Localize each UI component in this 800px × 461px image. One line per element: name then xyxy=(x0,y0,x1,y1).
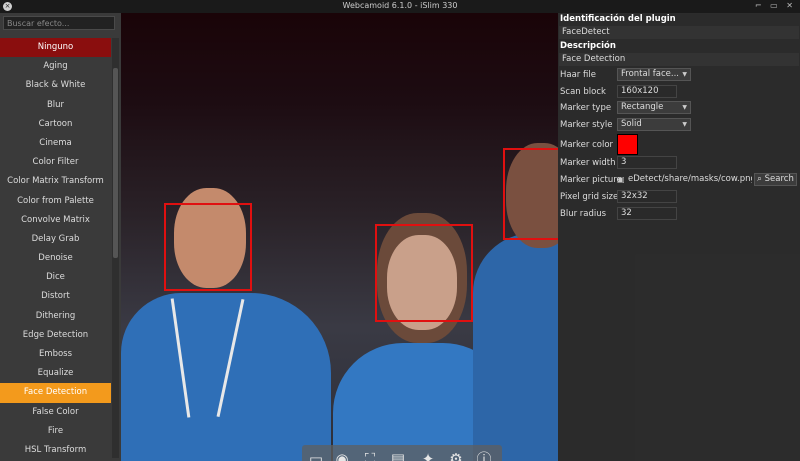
marker-style-label: Marker style xyxy=(560,120,613,130)
blur-radius-field[interactable]: 32 xyxy=(617,207,677,220)
face-detection-box xyxy=(164,203,252,291)
plugin-id-value: FaceDetect xyxy=(559,26,799,39)
plugin-properties-panel: Identificación del plugin FaceDetect Des… xyxy=(558,13,800,461)
effect-item[interactable]: Fire xyxy=(0,422,111,441)
info-icon[interactable]: ⓘ xyxy=(474,449,494,461)
effect-search-input[interactable] xyxy=(3,16,115,30)
window-controls[interactable]: ⌐ ▭ ✕ xyxy=(755,1,796,10)
effect-item[interactable]: Edge Detection xyxy=(0,326,111,345)
film-record-icon[interactable]: ▤ xyxy=(388,449,408,461)
marker-picture-search-button[interactable]: ⌕ Search xyxy=(754,173,797,186)
face-detection-box xyxy=(375,224,473,322)
effect-item[interactable]: Delay Grab xyxy=(0,230,111,249)
effects-scroll-thumb[interactable] xyxy=(113,68,118,258)
marker-color-swatch[interactable] xyxy=(617,134,638,155)
chevron-down-icon: ▼ xyxy=(682,104,687,111)
effect-item[interactable]: Emboss xyxy=(0,345,111,364)
image-file-icon: ▣ xyxy=(617,175,625,184)
effect-item[interactable]: Blur xyxy=(0,96,111,115)
marker-type-value: Rectangle xyxy=(621,102,664,112)
pixel-grid-size-label: Pixel grid size xyxy=(560,192,619,202)
marker-type-combo[interactable]: Rectangle ▼ xyxy=(617,101,691,114)
effect-item[interactable]: Cartoon xyxy=(0,115,111,134)
effect-item[interactable]: Black & White xyxy=(0,76,111,95)
scan-block-field[interactable]: 160x120 xyxy=(617,85,677,98)
effect-item[interactable]: Aging xyxy=(0,57,111,76)
window-title: Webcamoid 6.1.0 - iSlim 330 xyxy=(342,1,458,10)
effects-list: Ninguno Aging Black & White Blur Cartoon Cine… xyxy=(0,38,111,460)
effect-item[interactable]: Dice xyxy=(0,268,111,287)
effect-item[interactable]: Denoise xyxy=(0,249,111,268)
marker-picture-path[interactable]: eDetect/share/masks/cow.png xyxy=(628,173,752,186)
blur-radius-label: Blur radius xyxy=(560,209,607,219)
camera-preview: ▭ ◉ ⛶ ▤ ✦ ⚙ ⓘ xyxy=(121,13,558,461)
effect-item[interactable]: Color Filter xyxy=(0,153,111,172)
scan-block-label: Scan block xyxy=(560,87,606,97)
title-bar: × Webcamoid 6.1.0 - iSlim 330 ⌐ ▭ ✕ xyxy=(0,0,800,14)
settings-gear-icon[interactable]: ⚙ xyxy=(446,449,466,461)
effects-panel: NingunoAgingBlack & WhiteBlurCartoonCine… xyxy=(0,13,121,461)
plugin-id-heading: Identificación del plugin xyxy=(560,14,676,24)
camera-photo-icon[interactable]: ⛶ xyxy=(360,449,380,461)
marker-picture-label: Marker picture xyxy=(560,175,622,185)
camera-toolbar: ▭ ◉ ⛶ ▤ ✦ ⚙ ⓘ xyxy=(302,445,502,461)
effects-wand-icon[interactable]: ✦ xyxy=(418,449,438,461)
chevron-down-icon: ▼ xyxy=(682,121,687,128)
marker-type-label: Marker type xyxy=(560,103,612,113)
haar-file-combo[interactable]: Frontal face... ▼ xyxy=(617,68,691,81)
description-heading: Descripción xyxy=(560,41,616,51)
effect-item[interactable]: Equalize xyxy=(0,364,111,383)
effect-item[interactable]: HSL Transform xyxy=(0,441,111,460)
webcam-icon[interactable]: ◉ xyxy=(332,449,352,461)
effect-item[interactable]: Color Matrix Transform xyxy=(0,172,111,191)
chevron-down-icon: ▼ xyxy=(682,71,687,78)
pixel-grid-size-field[interactable]: 32x32 xyxy=(617,190,677,203)
face-detection-box xyxy=(503,148,558,240)
effect-item[interactable]: Color from Palette xyxy=(0,192,111,211)
marker-width-label: Marker width xyxy=(560,158,616,168)
effect-item[interactable]: Cinema xyxy=(0,134,111,153)
effect-item[interactable]: Dithering xyxy=(0,307,111,326)
haar-file-label: Haar file xyxy=(560,70,596,80)
fullscreen-icon[interactable]: ▭ xyxy=(306,449,326,461)
search-button-label: Search xyxy=(764,174,794,184)
marker-style-value: Solid xyxy=(621,119,642,129)
effect-item[interactable]: False Color xyxy=(0,403,111,422)
effect-item[interactable]: Ninguno xyxy=(0,38,111,58)
effect-item[interactable]: Distort xyxy=(0,287,111,306)
description-value: Face Detection xyxy=(559,53,799,66)
marker-width-field[interactable]: 3 xyxy=(617,156,677,169)
effect-item[interactable]: Convolve Matrix xyxy=(0,211,111,230)
haar-file-value: Frontal face... xyxy=(621,69,679,79)
marker-style-combo[interactable]: Solid ▼ xyxy=(617,118,691,131)
effect-item[interactable]: Face Detection xyxy=(0,383,111,403)
marker-color-label: Marker color xyxy=(560,140,614,150)
